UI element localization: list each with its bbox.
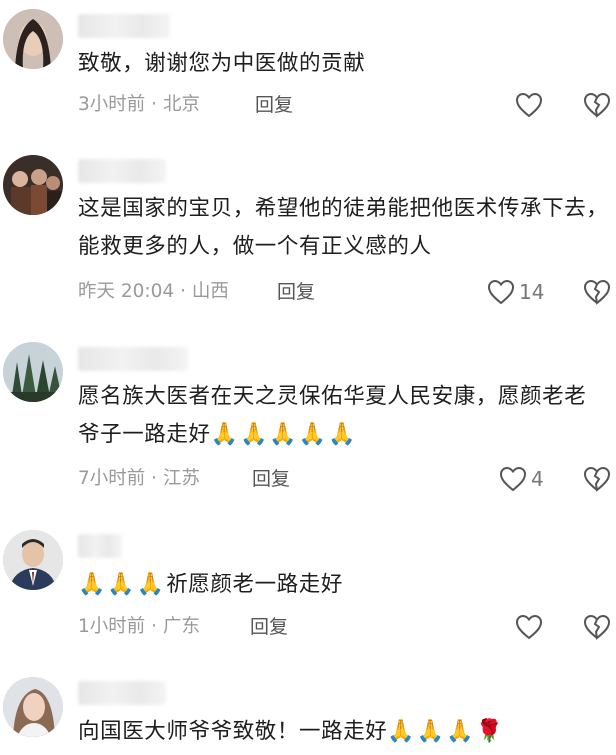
broken-heart-icon: [583, 466, 611, 492]
comment-meta: 1小时前 · 广东: [78, 616, 200, 637]
dislike-button[interactable]: [582, 91, 612, 119]
group-photo-avatar[interactable]: [3, 155, 63, 215]
like-button[interactable]: [514, 613, 544, 641]
broken-heart-icon: [583, 279, 611, 305]
like-count: 14: [519, 280, 545, 304]
dislike-button[interactable]: [582, 465, 612, 493]
comment-location: 广东: [162, 616, 200, 637]
heart-icon: [487, 279, 515, 305]
dislike-button[interactable]: [582, 613, 612, 641]
comment-text: 愿名族大医者在天之灵保佑华夏人民安康，愿颜老老爷子一路走好🙏🙏🙏🙏🙏: [78, 384, 587, 447]
like-button[interactable]: 4: [498, 465, 544, 493]
like-count: 4: [531, 467, 544, 491]
heart-icon: [515, 92, 543, 118]
heart-icon: [515, 614, 543, 640]
woman-selfie-avatar[interactable]: [3, 677, 63, 737]
comment-time: 7小时前: [78, 468, 146, 489]
comment-time: 1小时前: [78, 616, 146, 637]
comment-location: 江苏: [162, 468, 200, 489]
reply-button[interactable]: 回复: [277, 280, 315, 304]
praying-hands-emoji: 🙏🙏🙏: [78, 572, 167, 597]
comment-text: 致敬，谢谢您为中医做的贡献: [78, 51, 366, 76]
broken-heart-icon: [583, 614, 611, 640]
comment-text: 🙏🙏🙏祈愿颜老一路走好: [78, 572, 343, 597]
reply-button[interactable]: 回复: [252, 467, 290, 491]
broken-heart-icon: [583, 92, 611, 118]
username-blurred[interactable]: [78, 534, 122, 558]
praying-hands-emoji: 🙏🙏🙏🙏🙏: [210, 422, 358, 447]
woman-portrait-avatar[interactable]: [3, 9, 63, 69]
forest-avatar[interactable]: [3, 342, 63, 402]
heart-icon: [499, 466, 527, 492]
comment-time: 昨天 20:04: [78, 281, 175, 302]
comment-location: 山西: [191, 281, 229, 302]
reply-button[interactable]: 回复: [255, 93, 293, 117]
comment-meta: 昨天 20:04 · 山西: [78, 281, 229, 302]
comment-location: 北京: [162, 94, 200, 115]
username-blurred[interactable]: [78, 681, 166, 705]
username-blurred[interactable]: [78, 159, 166, 183]
comment-text: 向国医大师爷爷致敬！一路走好🙏🙏🙏🌹: [78, 719, 505, 744]
man-in-suit-avatar[interactable]: [3, 530, 63, 590]
comment-time: 3小时前: [78, 94, 146, 115]
praying-hands-rose-emoji: 🙏🙏🙏🌹: [387, 719, 505, 744]
username-blurred[interactable]: [78, 14, 170, 38]
dislike-button[interactable]: [582, 278, 612, 306]
like-button[interactable]: [514, 91, 544, 119]
comment-text: 这是国家的宝贝，希望他的徒弟能把他医术传承下去，能救更多的人，做一个有正义感的人: [78, 196, 609, 259]
comment-meta: 3小时前 · 北京: [78, 94, 200, 115]
username-blurred[interactable]: [78, 347, 188, 371]
comment-meta: 7小时前 · 江苏: [78, 468, 200, 489]
like-button[interactable]: 14: [486, 278, 544, 306]
reply-button[interactable]: 回复: [250, 615, 288, 639]
